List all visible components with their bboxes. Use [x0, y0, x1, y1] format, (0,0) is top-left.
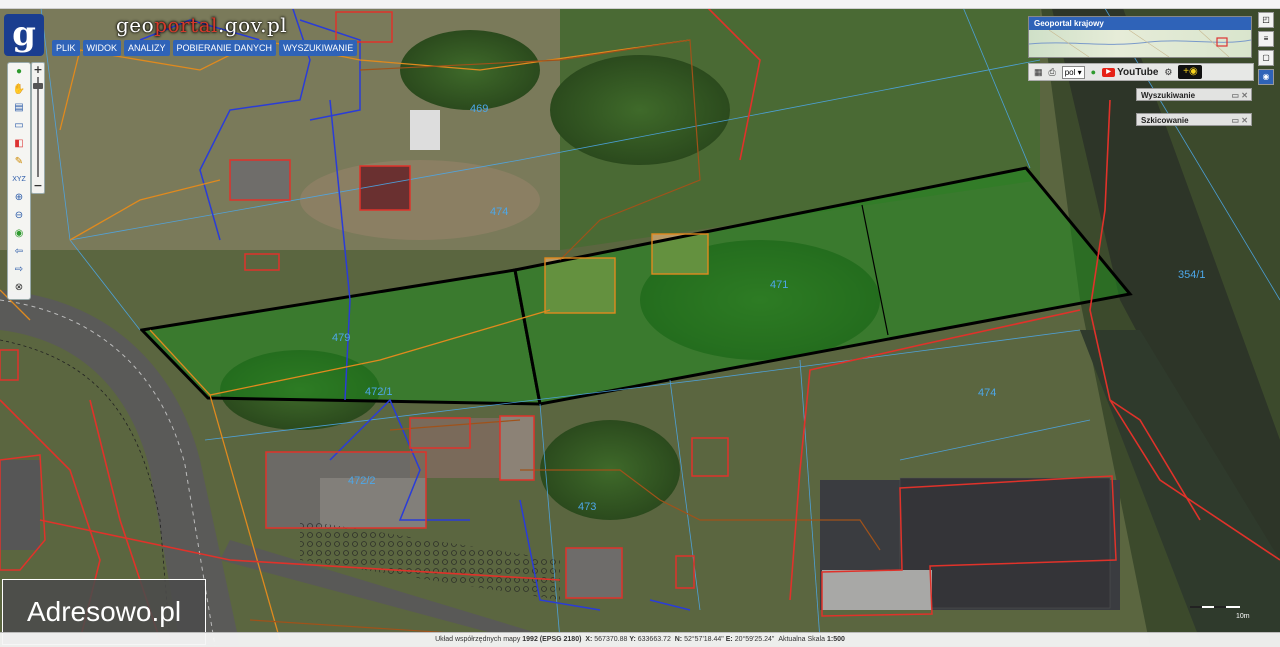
parcel-label-472-1: 472/1 — [365, 386, 393, 398]
zoom-knob[interactable] — [33, 83, 43, 89]
hand-icon[interactable]: ✋ — [11, 83, 27, 97]
title-tail: .gov.pl — [217, 13, 288, 37]
y-label: Y: — [629, 636, 636, 643]
panel-controls-icon[interactable]: ▭ ✕ — [1232, 114, 1248, 127]
e-value: 20°59'25.24" — [734, 636, 775, 643]
e-label: E: — [725, 636, 733, 643]
parcel-label-474-north: 474 — [490, 206, 508, 218]
zoom-out-icon[interactable]: ⊖ — [11, 209, 27, 223]
panel-szkicowanie[interactable]: Szkicowanie ▭ ✕ — [1136, 113, 1252, 126]
youtube-label: YouTube — [1117, 66, 1159, 78]
eye-toggle-icon[interactable]: ◉ — [1258, 69, 1274, 85]
parcel-label-473: 473 — [578, 501, 596, 513]
map-toolbar: ● ✋ ▤ ▭ ◧ ✎ XYZ ⊕ ⊖ ◉ ⇦ ⇨ ⊗ — [7, 62, 31, 300]
n-label: N: — [674, 636, 683, 643]
scale-bar-label: 10m — [1236, 613, 1250, 620]
overview-map[interactable]: Geoportal krajowy — [1028, 16, 1252, 58]
pencil-icon[interactable]: ✎ — [11, 155, 27, 169]
accessibility-eye-icon[interactable]: +◉ — [1178, 65, 1203, 79]
print-icon[interactable]: ⎙ — [1049, 67, 1056, 78]
zoom-track — [37, 77, 39, 177]
orthophoto-map[interactable]: 479 471 469 474 472/1 472/2 473 474 354/… — [0, 0, 1280, 646]
menu-wyszukiwanie[interactable]: WYSZUKIWANIE — [279, 40, 358, 56]
scale-segment — [1214, 606, 1226, 608]
scale-segment — [1190, 606, 1202, 608]
parcel-label-479: 479 — [332, 332, 350, 344]
n-value: 52°57'18.44" — [684, 636, 724, 643]
parcel-label-471: 471 — [770, 279, 788, 291]
side-tools: ◰ ≡ ▢ ◉ — [1258, 12, 1274, 85]
zoom-slider[interactable]: + − — [31, 62, 45, 194]
overview-title: Geoportal krajowy — [1029, 17, 1251, 30]
zoom-in-icon[interactable]: ⊕ — [11, 191, 27, 205]
crs-value: 1992 (EPSG 2180) — [522, 636, 582, 643]
help-icon[interactable]: ● — [1091, 67, 1096, 77]
overview-map-image — [1029, 29, 1251, 57]
parcel-label-354-1: 354/1 — [1178, 269, 1206, 281]
layers-icon[interactable]: ▤ — [11, 101, 27, 115]
youtube-button[interactable]: ▶ YouTube — [1102, 67, 1158, 78]
parcel-label-472-2: 472/2 — [348, 475, 376, 487]
screen-icon[interactable]: ▭ — [11, 119, 27, 133]
status-bar: Układ współrzędnych mapy 1992 (EPSG 2180… — [0, 632, 1280, 647]
layers-toggle-icon[interactable]: ≡ — [1258, 31, 1274, 47]
zoom-plus-icon[interactable]: + — [32, 64, 44, 76]
geoportal-logo[interactable]: g — [4, 14, 44, 56]
browser-top-strip — [0, 0, 1280, 9]
overview-toggle-icon[interactable]: ◰ — [1258, 12, 1274, 28]
panel-controls-icon[interactable]: ▭ ✕ — [1232, 89, 1248, 102]
scale-value: 1:500 — [826, 636, 845, 643]
globe-icon[interactable]: ◉ — [11, 227, 27, 241]
x-value: 567370.88 — [594, 636, 628, 643]
panel-wyszukiwanie-title: Wyszukiwanie — [1141, 91, 1196, 100]
menu-plik[interactable]: PLIK — [52, 40, 80, 56]
title-accent: portal — [154, 13, 218, 37]
logo-letter: g — [12, 14, 36, 54]
back-arrow-icon[interactable]: ⇦ — [11, 245, 27, 259]
right-toolbar: ▦ ⎙ pol ▾ ● ▶ YouTube ⚙ +◉ — [1028, 63, 1254, 81]
panel-wyszukiwanie[interactable]: Wyszukiwanie ▭ ✕ — [1136, 88, 1252, 101]
xyz-icon[interactable]: XYZ — [11, 173, 27, 187]
language-value: pol — [1064, 67, 1076, 77]
panel-szkicowanie-title: Szkicowanie — [1141, 116, 1189, 125]
info-icon[interactable]: ● — [11, 65, 27, 79]
parcel-label-474-east: 474 — [978, 387, 996, 399]
scale-bar — [1190, 606, 1240, 614]
forward-arrow-icon[interactable]: ⇨ — [11, 263, 27, 277]
grid-icon[interactable]: ▦ — [1034, 67, 1043, 78]
clear-icon[interactable]: ⊗ — [11, 281, 27, 295]
main-menu: PLIK WIDOK ANALIZY POBIERANIE DANYCH WYS… — [52, 40, 358, 56]
app-title: geoportal.gov.pl — [116, 13, 287, 37]
parcel-label-469: 469 — [470, 103, 488, 115]
title-main: geo — [116, 13, 155, 37]
fullscreen-icon[interactable]: ▢ — [1258, 50, 1274, 66]
settings-icon[interactable]: ⚙ — [1164, 67, 1172, 78]
y-value: 633663.72 — [637, 636, 671, 643]
crs-prefix: Układ współrzędnych mapy — [435, 636, 521, 643]
menu-widok[interactable]: WIDOK — [82, 40, 122, 56]
zoom-minus-icon[interactable]: − — [32, 180, 44, 192]
measure-icon[interactable]: ◧ — [11, 137, 27, 151]
youtube-play-icon: ▶ — [1102, 67, 1116, 77]
scale-label: Aktualna Skala — [778, 636, 826, 643]
x-label: X: — [585, 636, 593, 643]
language-select[interactable]: pol ▾ — [1061, 65, 1085, 79]
menu-pobieranie-danych[interactable]: POBIERANIE DANYCH — [172, 40, 277, 56]
menu-analizy[interactable]: ANALIZY — [124, 40, 170, 56]
